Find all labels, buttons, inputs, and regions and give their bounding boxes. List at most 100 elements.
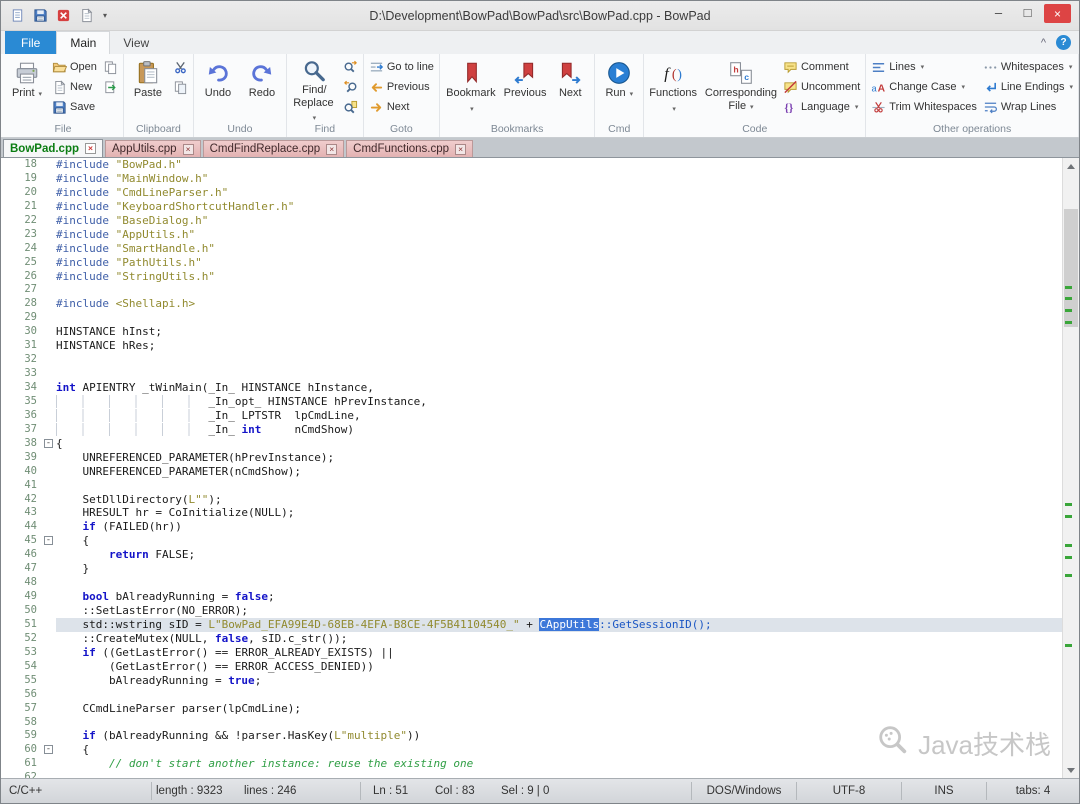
code-line[interactable]: 41 (1, 479, 1062, 493)
code-line[interactable]: 35 _In_opt_ HINSTANCE hPrevInstance, (1, 395, 1062, 409)
bookmark-button[interactable]: Bookmark ▾ (442, 55, 502, 118)
line-endings-button[interactable]: Line Endings▾ (980, 77, 1076, 97)
doc-tab-bowpad-cpp[interactable]: BowPad.cpp× (3, 139, 103, 157)
bowpad-red-button[interactable] (53, 6, 73, 26)
code-line[interactable]: 49 bool bAlreadyRunning = false; (1, 590, 1062, 604)
ribbon-tab-main[interactable]: Main (56, 31, 110, 54)
paste-button[interactable]: Paste (126, 55, 170, 118)
collapse-ribbon-icon[interactable]: ^ (1041, 37, 1046, 49)
fold-collapse-icon[interactable]: - (44, 745, 53, 754)
status-eol-format[interactable]: DOS/Windows (692, 785, 796, 797)
status-tab-width[interactable]: tabs: 4 (987, 785, 1079, 797)
code-line[interactable]: 51 std::wstring sID = L"BowPad_EFA99E4D-… (1, 618, 1062, 632)
previous-button[interactable]: Previous (366, 77, 437, 97)
open-button[interactable]: Open (49, 57, 100, 77)
code-line[interactable]: 32 (1, 353, 1062, 367)
code-line[interactable]: 19#include "MainWindow.h" (1, 172, 1062, 186)
code-line[interactable]: 48 (1, 576, 1062, 590)
code-line[interactable]: 62 (1, 771, 1062, 778)
code-line[interactable]: 53 if ((GetLastError() == ERROR_ALREADY_… (1, 646, 1062, 660)
code-line[interactable]: 30HINSTANCE hInst; (1, 325, 1062, 339)
code-line[interactable]: 39 UNREFERENCED_PARAMETER(hPrevInstance)… (1, 451, 1062, 465)
lines-button[interactable]: Lines▾ (868, 57, 980, 77)
doc-tab-cmdfunctions-cpp[interactable]: CmdFunctions.cpp× (346, 140, 473, 157)
close-tab-icon[interactable]: × (183, 144, 194, 155)
whitespaces-button[interactable]: Whitespaces▾ (980, 57, 1076, 77)
status-lexer[interactable]: C/C++ (1, 785, 151, 797)
scrollbar-track[interactable] (1063, 174, 1079, 762)
code-line[interactable]: 38-{ (1, 437, 1062, 451)
print-button[interactable]: Print ▾ (5, 55, 49, 118)
close-tab-icon[interactable]: × (326, 144, 337, 155)
code-line[interactable]: 25#include "PathUtils.h" (1, 256, 1062, 270)
status-insert-mode[interactable]: INS (902, 785, 986, 797)
code-line[interactable]: 21#include "KeyboardShortcutHandler.h" (1, 200, 1062, 214)
code-line[interactable]: 36 _In_ LPTSTR lpCmdLine, (1, 409, 1062, 423)
code-line[interactable]: 56 (1, 688, 1062, 702)
code-line[interactable]: 33 (1, 367, 1062, 381)
code-line[interactable]: 45- { (1, 534, 1062, 548)
corresponding-file-button[interactable]: hcCorresponding File ▾ (702, 55, 780, 118)
code-line[interactable]: 47 } (1, 562, 1062, 576)
previous-button[interactable]: Previous (502, 55, 548, 118)
scroll-up-button[interactable] (1063, 158, 1079, 174)
close-tab-icon[interactable]: × (85, 143, 96, 154)
code-line[interactable]: 50 ::SetLastError(NO_ERROR); (1, 604, 1062, 618)
doc-arrow-button[interactable] (100, 77, 121, 97)
language-button[interactable]: {}Language▾ (780, 97, 863, 117)
vertical-scrollbar[interactable] (1062, 158, 1079, 778)
wrap-lines-button[interactable]: Wrap Lines (980, 97, 1076, 117)
code-line[interactable]: 54 (GetLastError() == ERROR_ACCESS_DENIE… (1, 660, 1062, 674)
code-line[interactable]: 34int APIENTRY _tWinMain(_In_ HINSTANCE … (1, 381, 1062, 395)
code-line[interactable]: 43 HRESULT hr = CoInitialize(NULL); (1, 506, 1062, 520)
code-line[interactable]: 55 bAlreadyRunning = true; (1, 674, 1062, 688)
code-line[interactable]: 42 SetDllDirectory(L""); (1, 493, 1062, 507)
status-encoding[interactable]: UTF-8 (797, 785, 901, 797)
ribbon-tab-file[interactable]: File (5, 31, 56, 54)
doc-tab-apputils-cpp[interactable]: AppUtils.cpp× (105, 140, 201, 157)
undo-button[interactable]: Undo (196, 55, 240, 118)
code-line[interactable]: 28#include <Shellapi.h> (1, 297, 1062, 311)
new-doc-button[interactable] (76, 6, 96, 26)
code-line[interactable]: 44 if (FAILED(hr)) (1, 520, 1062, 534)
code-line[interactable]: 40 UNREFERENCED_PARAMETER(nCmdShow); (1, 465, 1062, 479)
code-line[interactable]: 26#include "StringUtils.h" (1, 270, 1062, 284)
code-line[interactable]: 20#include "CmdLineParser.h" (1, 186, 1062, 200)
save-button[interactable] (30, 6, 50, 26)
close-tab-icon[interactable]: × (455, 144, 466, 155)
copy-button[interactable] (170, 77, 191, 97)
run-button[interactable]: Run ▾ (597, 55, 641, 118)
redo-button[interactable]: Redo (240, 55, 284, 118)
code-area[interactable]: 18#include "BowPad.h"19#include "MainWin… (1, 158, 1062, 778)
scroll-down-button[interactable] (1063, 762, 1079, 778)
code-line[interactable]: 61 // don't start another instance: reus… (1, 757, 1062, 771)
uncomment-button[interactable]: Uncomment (780, 77, 863, 97)
close-button[interactable]: × (1044, 4, 1071, 23)
trim-whitespaces-button[interactable]: Trim Whitespaces (868, 97, 980, 117)
next-button[interactable]: Next (548, 55, 592, 118)
save-button[interactable]: Save (49, 97, 100, 117)
find-next-button[interactable] (340, 57, 361, 77)
qat-dropdown-button[interactable]: ▾ (99, 6, 111, 26)
code-line[interactable]: 23#include "AppUtils.h" (1, 228, 1062, 242)
next-button[interactable]: Next (366, 97, 437, 117)
new-button[interactable]: New (49, 77, 100, 97)
maximize-button[interactable]: □ (1013, 1, 1042, 23)
code-line[interactable]: 58 (1, 716, 1062, 730)
doc-tab-cmdfindreplace-cpp[interactable]: CmdFindReplace.cpp× (203, 140, 345, 157)
code-line[interactable]: 37 _In_ int nCmdShow) (1, 423, 1062, 437)
comment-button[interactable]: Comment (780, 57, 863, 77)
minimize-button[interactable]: – (984, 1, 1013, 23)
code-line[interactable]: 60- { (1, 743, 1062, 757)
code-line[interactable]: 52 ::CreateMutex(NULL, false, sID.c_str(… (1, 632, 1062, 646)
scissors-button[interactable] (170, 57, 191, 77)
fold-collapse-icon[interactable]: - (44, 439, 53, 448)
copy-doc-button[interactable] (100, 57, 121, 77)
code-line[interactable]: 59 if (bAlreadyRunning && !parser.HasKey… (1, 729, 1062, 743)
find-prev-button[interactable] (340, 77, 361, 97)
ribbon-tab-view[interactable]: View (110, 31, 162, 54)
code-line[interactable]: 31HINSTANCE hRes; (1, 339, 1062, 353)
functions-button[interactable]: f()Functions ▾ (646, 55, 702, 118)
code-line[interactable]: 18#include "BowPad.h" (1, 158, 1062, 172)
code-line[interactable]: 57 CCmdLineParser parser(lpCmdLine); (1, 702, 1062, 716)
